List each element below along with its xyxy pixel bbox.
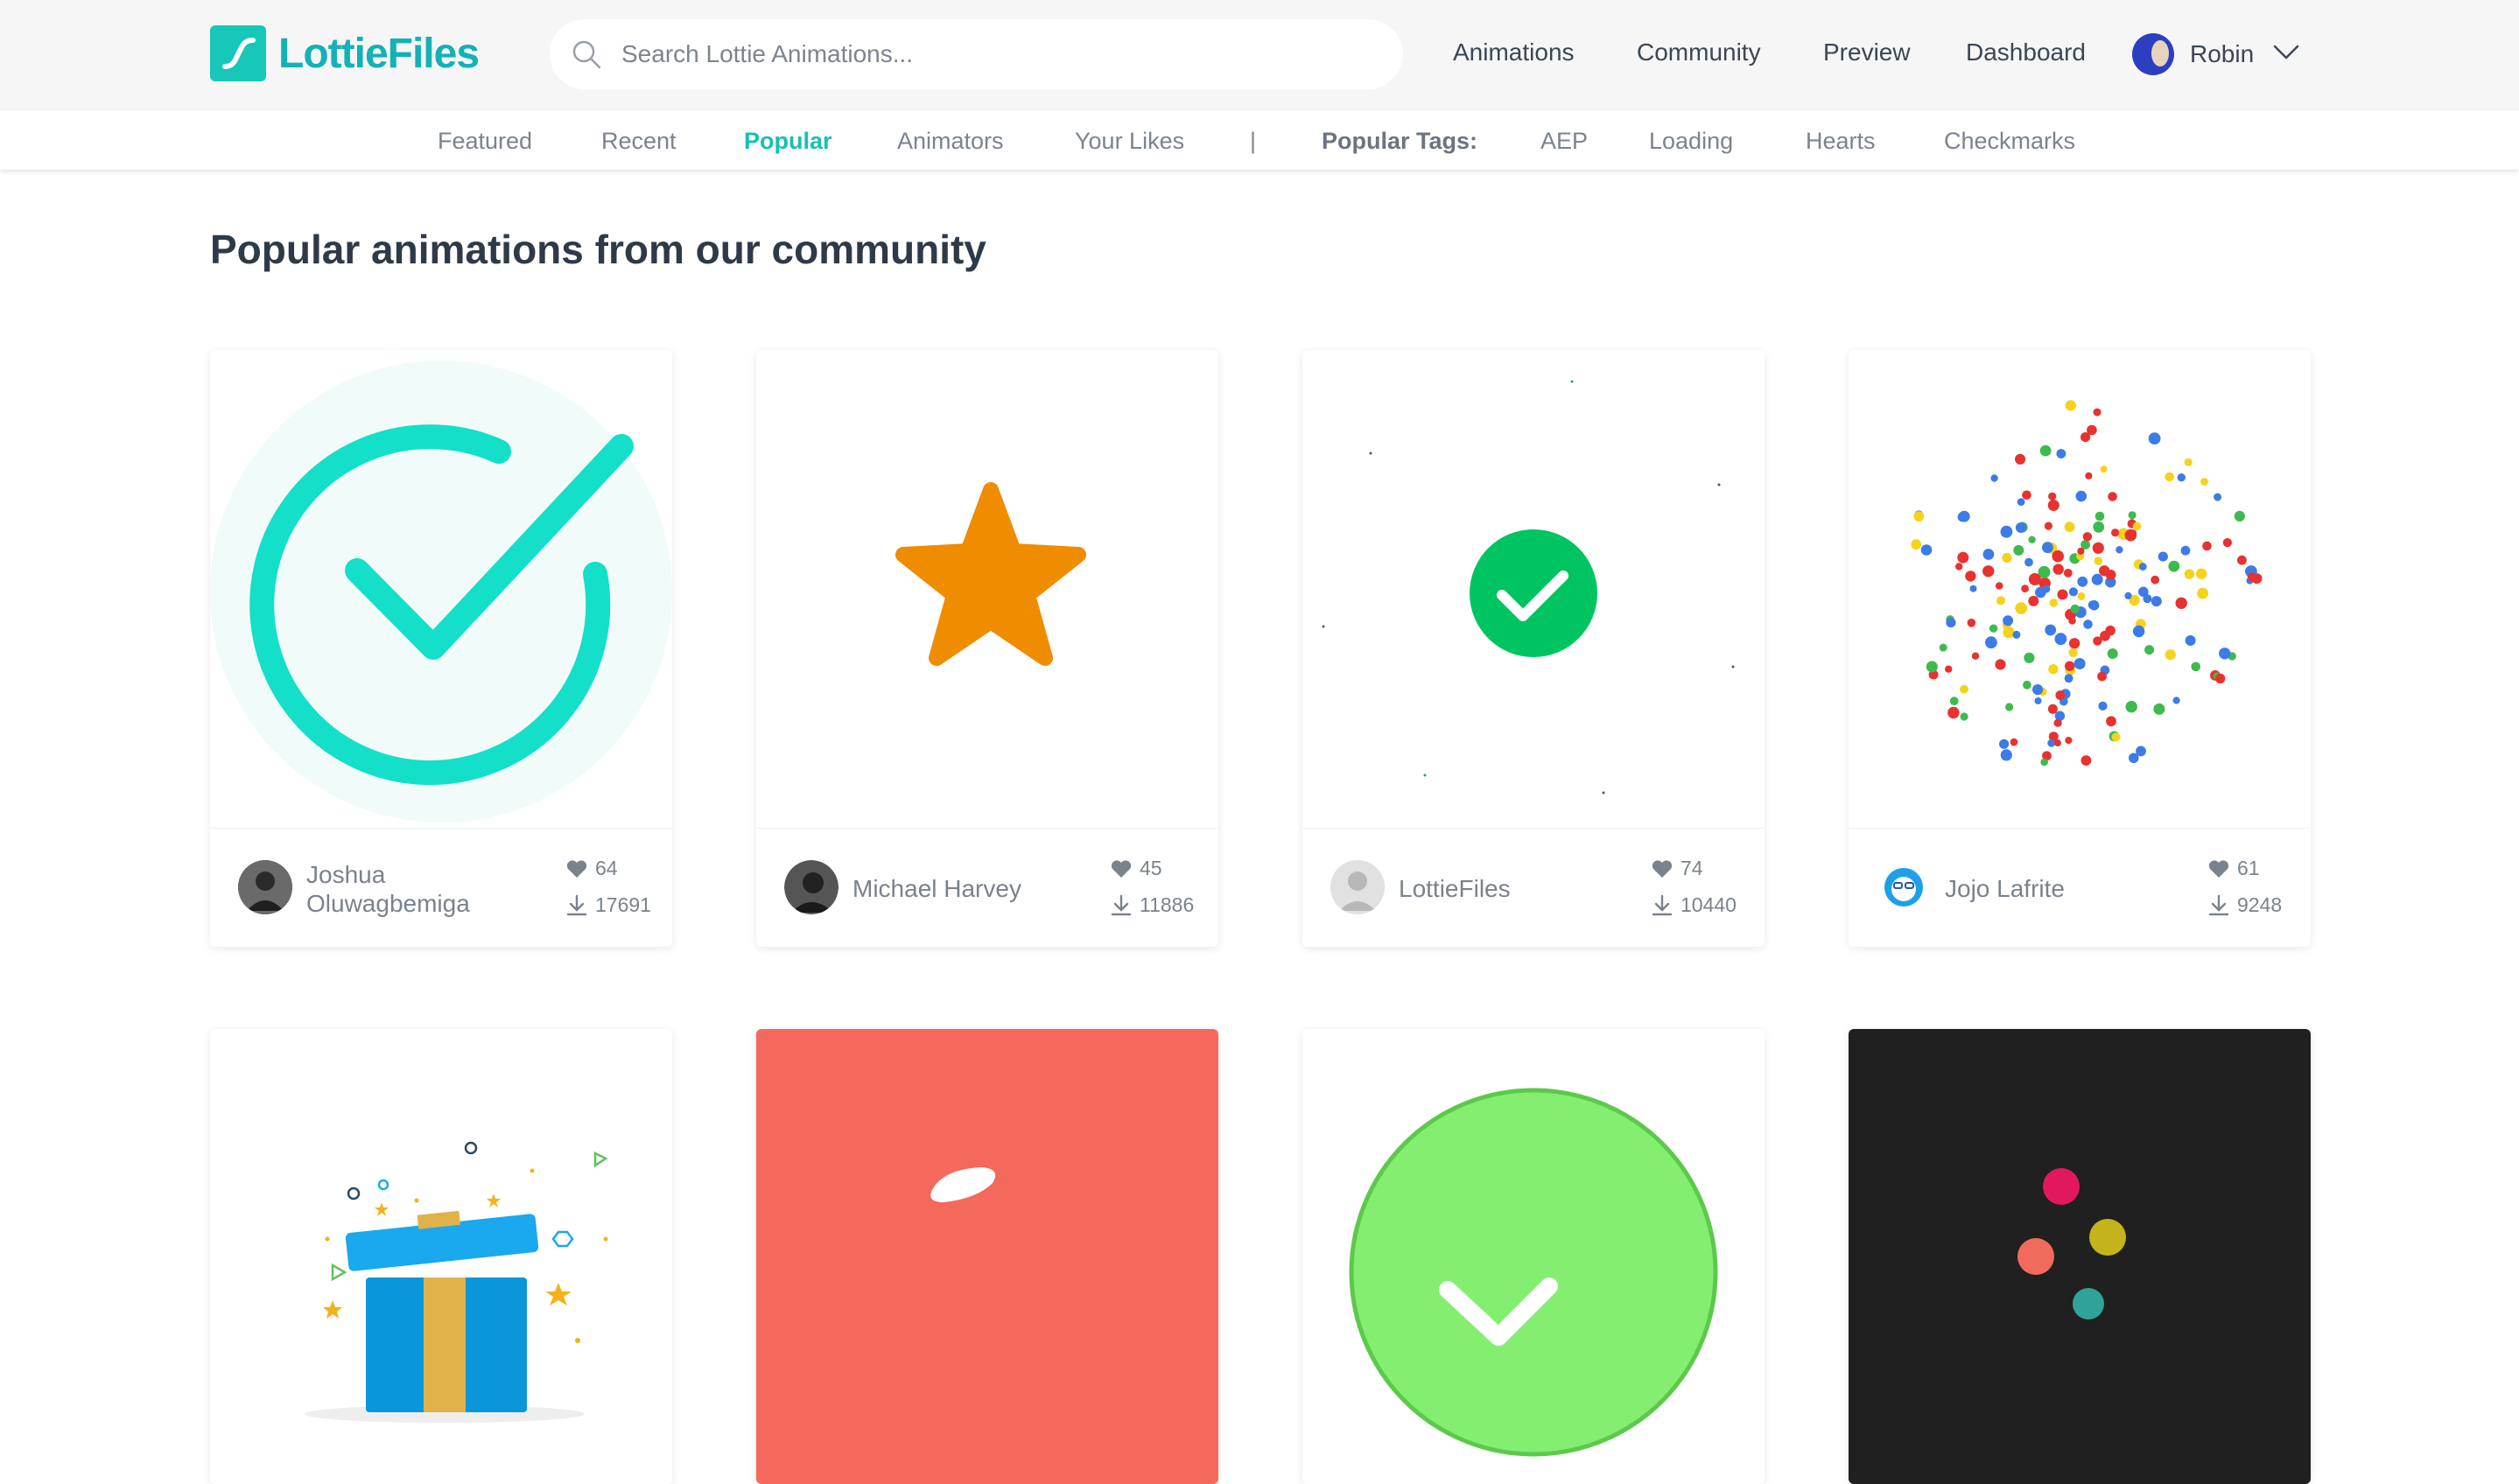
animation-preview[interactable] (1849, 350, 2311, 828)
top-header: LottieFiles Animations Community Preview… (0, 0, 2519, 110)
user-menu[interactable]: Robin (2132, 32, 2299, 77)
card-footer: Jojo Lafrite 61 9248 (1849, 828, 2311, 947)
author-name[interactable]: LottieFiles (1399, 874, 1511, 903)
likes-count: 64 (565, 857, 618, 880)
likes-count: 74 (1651, 857, 1703, 880)
heart-icon (566, 859, 587, 878)
downloads-count: 11886 (1110, 893, 1194, 917)
likes-count: 61 (2207, 857, 2260, 880)
popular-tags-label: Popular Tags: (1322, 128, 1478, 154)
animation-preview[interactable] (756, 350, 1218, 828)
confetti-burst-icon (1911, 400, 2263, 766)
category-nav: Featured Recent Popular Animators Your L… (0, 110, 2519, 170)
animation-card[interactable]: Joshua Oluwagbemiga 64 17691 (210, 350, 672, 947)
animation-card[interactable] (210, 1029, 672, 1484)
search-input[interactable] (620, 39, 1341, 69)
animation-preview[interactable] (210, 1029, 672, 1484)
card-footer: LottieFiles 74 10440 (1302, 828, 1765, 947)
tag-aep[interactable]: AEP (1540, 128, 1588, 155)
animation-preview[interactable] (1302, 350, 1765, 828)
tab-featured[interactable]: Featured (438, 128, 532, 155)
animation-card[interactable]: LottieFiles 74 10440 (1302, 350, 1765, 947)
animation-card[interactable] (1849, 1029, 2311, 1484)
logo-text: LottieFiles (278, 30, 480, 77)
download-icon (566, 894, 587, 915)
downloads-count: 17691 (565, 893, 651, 917)
green-check-circle-icon (1349, 1088, 1718, 1457)
green-check-badge-icon (1470, 529, 1597, 657)
card-footer: Joshua Oluwagbemiga 64 17691 (210, 828, 672, 947)
nav-separator: | (1250, 128, 1257, 154)
nav-dashboard[interactable]: Dashboard (1966, 38, 2086, 66)
nav-animations[interactable]: Animations (1453, 38, 1575, 66)
orange-star-icon (895, 482, 1086, 666)
lottiefiles-logo[interactable]: LottieFiles (210, 24, 480, 82)
downloads-count: 9248 (2207, 893, 2282, 917)
author-name[interactable]: Joshua Oluwagbemiga (306, 860, 470, 918)
user-avatar (2132, 33, 2174, 75)
tab-your-likes[interactable]: Your Likes (1075, 128, 1184, 155)
animation-card[interactable] (1302, 1029, 1765, 1484)
heart-icon (1652, 859, 1673, 878)
download-icon (1652, 894, 1673, 915)
search-icon (569, 37, 604, 72)
animation-preview[interactable] (1849, 1029, 2311, 1484)
tag-checkmarks[interactable]: Checkmarks (1944, 128, 2075, 155)
tag-hearts[interactable]: Hearts (1806, 128, 1876, 155)
animation-preview[interactable] (756, 1029, 1218, 1484)
animation-card[interactable] (756, 1029, 1218, 1484)
download-icon (1111, 894, 1132, 915)
heart-icon (1111, 859, 1132, 878)
chevron-down-icon (2273, 45, 2299, 65)
user-name: Robin (2190, 40, 2255, 67)
author-name[interactable]: Michael Harvey (853, 874, 1021, 903)
lottie-logo-icon (210, 25, 266, 81)
page-title: Popular animations from our community (210, 227, 986, 272)
author-avatar[interactable] (784, 860, 838, 914)
author-avatar[interactable] (1330, 860, 1385, 914)
downloads-count: 10440 (1651, 893, 1737, 917)
nav-community[interactable]: Community (1637, 38, 1761, 66)
card-footer: Michael Harvey 45 11886 (756, 828, 1218, 947)
gift-box-icon (305, 1141, 608, 1423)
search-bar[interactable] (550, 19, 1403, 89)
author-avatar[interactable] (1877, 860, 1931, 914)
nav-preview[interactable]: Preview (1823, 38, 1911, 66)
animation-card[interactable]: Michael Harvey 45 11886 (756, 350, 1218, 947)
colored-dots-icon (2017, 1168, 2126, 1320)
animation-card[interactable]: Jojo Lafrite 61 9248 (1849, 350, 2311, 947)
likes-count: 45 (1110, 857, 1162, 880)
author-avatar[interactable] (238, 860, 292, 914)
author-name[interactable]: Jojo Lafrite (1945, 874, 2065, 903)
tab-recent[interactable]: Recent (601, 128, 677, 155)
animation-preview[interactable] (1302, 1029, 1765, 1484)
download-icon (2208, 894, 2229, 915)
tab-animators[interactable]: Animators (897, 128, 1004, 155)
tag-loading[interactable]: Loading (1649, 128, 1733, 155)
animation-preview[interactable] (210, 350, 672, 828)
heart-icon (2208, 859, 2229, 878)
tab-popular[interactable]: Popular (744, 128, 832, 155)
brush-stroke-icon (930, 1167, 996, 1202)
